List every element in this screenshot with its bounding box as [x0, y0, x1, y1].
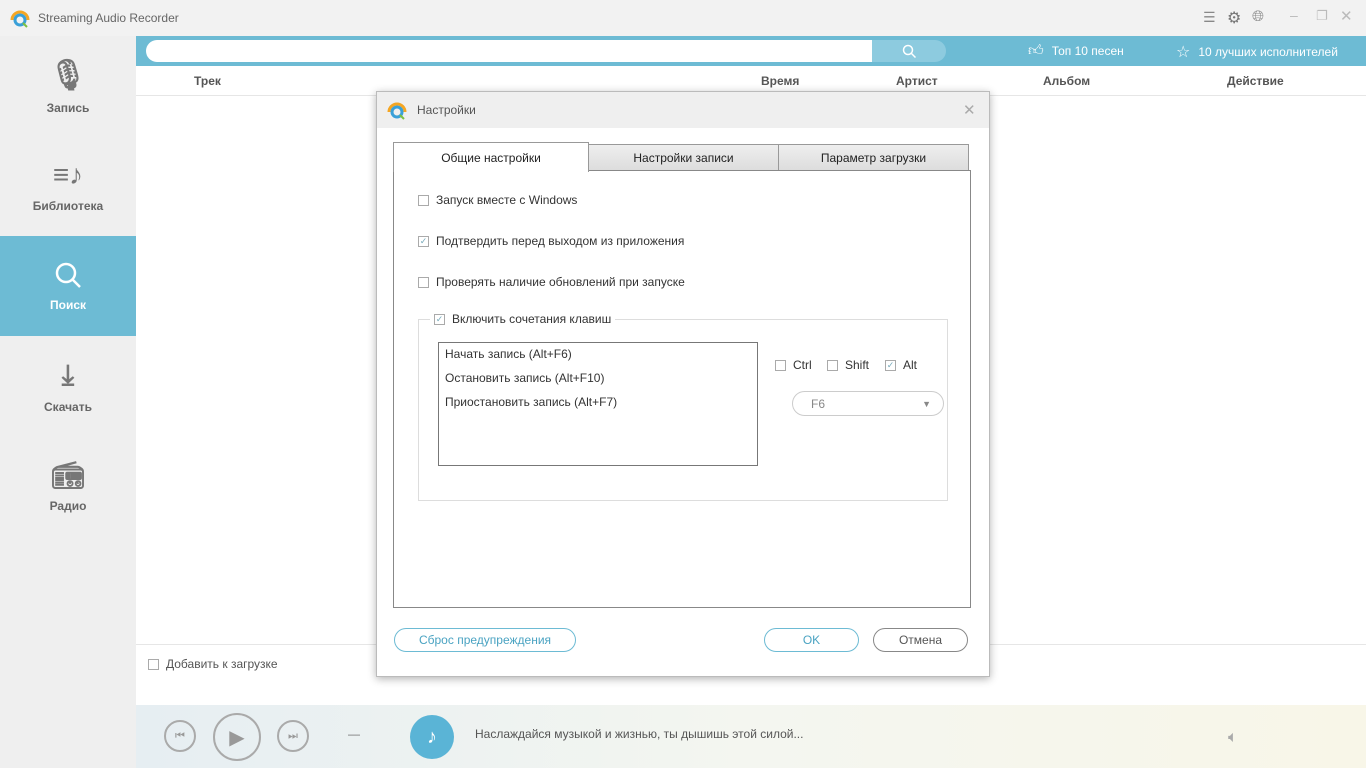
- search-input[interactable]: [146, 40, 872, 62]
- checkbox-icon: [775, 359, 786, 371]
- sidebar-item-label: Запись: [46, 100, 90, 115]
- next-button[interactable]: ⏭: [277, 720, 309, 752]
- sidebar-item-download[interactable]: ⤓ Скачать: [0, 336, 136, 436]
- sidebar-item-radio[interactable]: 📻︎ Радио: [0, 436, 136, 536]
- playlist-icon: ≡♪: [52, 159, 84, 190]
- list-item[interactable]: Приостановить запись (Alt+F7): [439, 391, 757, 415]
- column-header-action[interactable]: Действие: [1227, 74, 1284, 88]
- search-icon: [55, 262, 81, 288]
- alt-checkbox[interactable]: ✓ Alt: [885, 358, 917, 372]
- sidebar-item-library[interactable]: ≡♪ Библиотека: [0, 136, 136, 236]
- startup-checkbox[interactable]: Запуск вместе с Windows: [418, 193, 577, 207]
- restore-button[interactable]: ❐: [1316, 8, 1328, 24]
- microphone-icon: 🎙︎: [48, 58, 88, 92]
- chevron-down-icon: ▼: [922, 398, 931, 409]
- add-to-download-checkbox[interactable]: Добавить к загрузке: [148, 657, 278, 671]
- sidebar-item-label: Радио: [49, 498, 87, 513]
- tab-download[interactable]: Параметр загрузки: [778, 144, 969, 171]
- time-display: —: [348, 727, 360, 741]
- menu-list-icon[interactable]: ☰: [1203, 9, 1216, 26]
- key-select-value: F6: [811, 396, 826, 411]
- checkmark-icon: ✓: [885, 359, 896, 371]
- confirm-exit-checkbox[interactable]: ✓ Подтвердить перед выходом из приложения: [418, 234, 684, 248]
- radio-icon: 📻︎: [51, 459, 85, 490]
- tab-panel: Запуск вместе с Windows ✓ Подтвердить пер…: [393, 170, 971, 608]
- title-bar: Streaming Audio Recorder ☰ ⚙ 🌐︎ – ❐ ✕: [0, 0, 1366, 36]
- tab-general[interactable]: Общие настройки: [393, 142, 589, 172]
- checkbox-icon: [418, 276, 429, 288]
- key-select[interactable]: F6 ▼: [792, 391, 944, 416]
- app-logo-icon: [387, 102, 407, 120]
- sidebar-item-search[interactable]: Поиск: [0, 236, 136, 336]
- ok-button[interactable]: OK: [764, 628, 859, 652]
- sidebar: 🎙︎ Запись ≡♪ Библиотека Поиск ⤓ Скачать 📻︎ Р…: [0, 36, 136, 768]
- previous-button[interactable]: ⏮: [164, 720, 196, 752]
- option-label: Включить сочетания клавиш: [452, 312, 612, 326]
- checkmark-icon: ✓: [434, 313, 445, 325]
- play-button[interactable]: ▶: [213, 713, 261, 761]
- column-header-time[interactable]: Время: [761, 74, 799, 88]
- dialog-title: Настройки: [417, 103, 476, 117]
- column-header-artist[interactable]: Артист: [896, 74, 938, 88]
- list-item[interactable]: Начать запись (Alt+F6): [439, 343, 757, 367]
- search-icon: [902, 44, 916, 58]
- cancel-button[interactable]: Отмена: [873, 628, 968, 652]
- dialog-close-button[interactable]: ✕: [963, 101, 976, 119]
- settings-dialog: Настройки ✕ Общие настройки Настройки за…: [376, 91, 990, 677]
- hotkey-list[interactable]: Начать запись (Alt+F6) Остановить запись…: [438, 342, 758, 466]
- list-item[interactable]: Остановить запись (Alt+F10): [439, 367, 757, 391]
- app-title: Streaming Audio Recorder: [38, 11, 179, 25]
- checkmark-icon: ✓: [418, 235, 429, 247]
- download-icon: ⤓: [61, 358, 75, 390]
- thumbs-up-icon: 👍︎: [1028, 42, 1044, 59]
- add-to-download-label: Добавить к загрузке: [166, 657, 278, 671]
- player-bar: ⏮ ▶ ⏭ — ♪ Наслаждайся музыкой и жизнью, …: [136, 705, 1366, 768]
- search-button[interactable]: [872, 40, 946, 62]
- sidebar-item-label: Скачать: [44, 399, 92, 414]
- star-icon: ☆: [1176, 44, 1191, 61]
- option-label: Проверять наличие обновлений при запуске: [436, 275, 685, 289]
- check-updates-checkbox[interactable]: Проверять наличие обновлений при запуске: [418, 275, 685, 289]
- sidebar-item-label: Библиотека: [32, 199, 104, 213]
- checkbox-icon: [827, 359, 838, 371]
- minimize-button[interactable]: –: [1290, 7, 1298, 23]
- sidebar-item-record[interactable]: 🎙︎ Запись: [0, 36, 136, 136]
- top-songs-link[interactable]: 👍︎ Топ 10 песен: [1028, 42, 1124, 60]
- dialog-title-bar: Настройки ✕: [377, 92, 989, 128]
- column-header-track[interactable]: Трек: [194, 74, 221, 88]
- globe-icon[interactable]: 🌐︎: [1252, 8, 1264, 25]
- option-label: Запуск вместе с Windows: [436, 193, 578, 207]
- modifier-label: Alt: [903, 358, 918, 372]
- player-message: Наслаждайся музыкой и жизнью, ты дышишь …: [475, 727, 804, 741]
- top-artists-label: 10 лучших исполнителей: [1198, 45, 1338, 59]
- close-button[interactable]: ✕: [1340, 7, 1353, 25]
- app-logo-icon: [10, 10, 30, 28]
- reset-warnings-button[interactable]: Сброс предупреждения: [394, 628, 576, 652]
- volume-icon[interactable]: 🔈︎: [1228, 729, 1238, 747]
- enable-hotkeys-checkbox[interactable]: ✓ Включить сочетания клавиш: [430, 312, 616, 326]
- sidebar-item-label: Поиск: [49, 298, 86, 312]
- modifier-label: Shift: [845, 358, 870, 372]
- checkbox-icon: [148, 658, 159, 670]
- music-note-icon: ♪: [410, 715, 454, 759]
- ctrl-checkbox[interactable]: Ctrl: [775, 358, 812, 372]
- checkbox-icon: [418, 194, 429, 206]
- tab-recording[interactable]: Настройки записи: [588, 144, 779, 171]
- option-label: Подтвердить перед выходом из приложения: [436, 234, 685, 248]
- column-header-album[interactable]: Альбом: [1043, 74, 1090, 88]
- top-artists-link[interactable]: ☆ 10 лучших исполнителей: [1176, 42, 1338, 62]
- shift-checkbox[interactable]: Shift: [827, 358, 869, 372]
- top-songs-label: Топ 10 песен: [1051, 44, 1124, 58]
- gear-icon[interactable]: ⚙: [1227, 8, 1241, 28]
- modifier-label: Ctrl: [793, 358, 812, 372]
